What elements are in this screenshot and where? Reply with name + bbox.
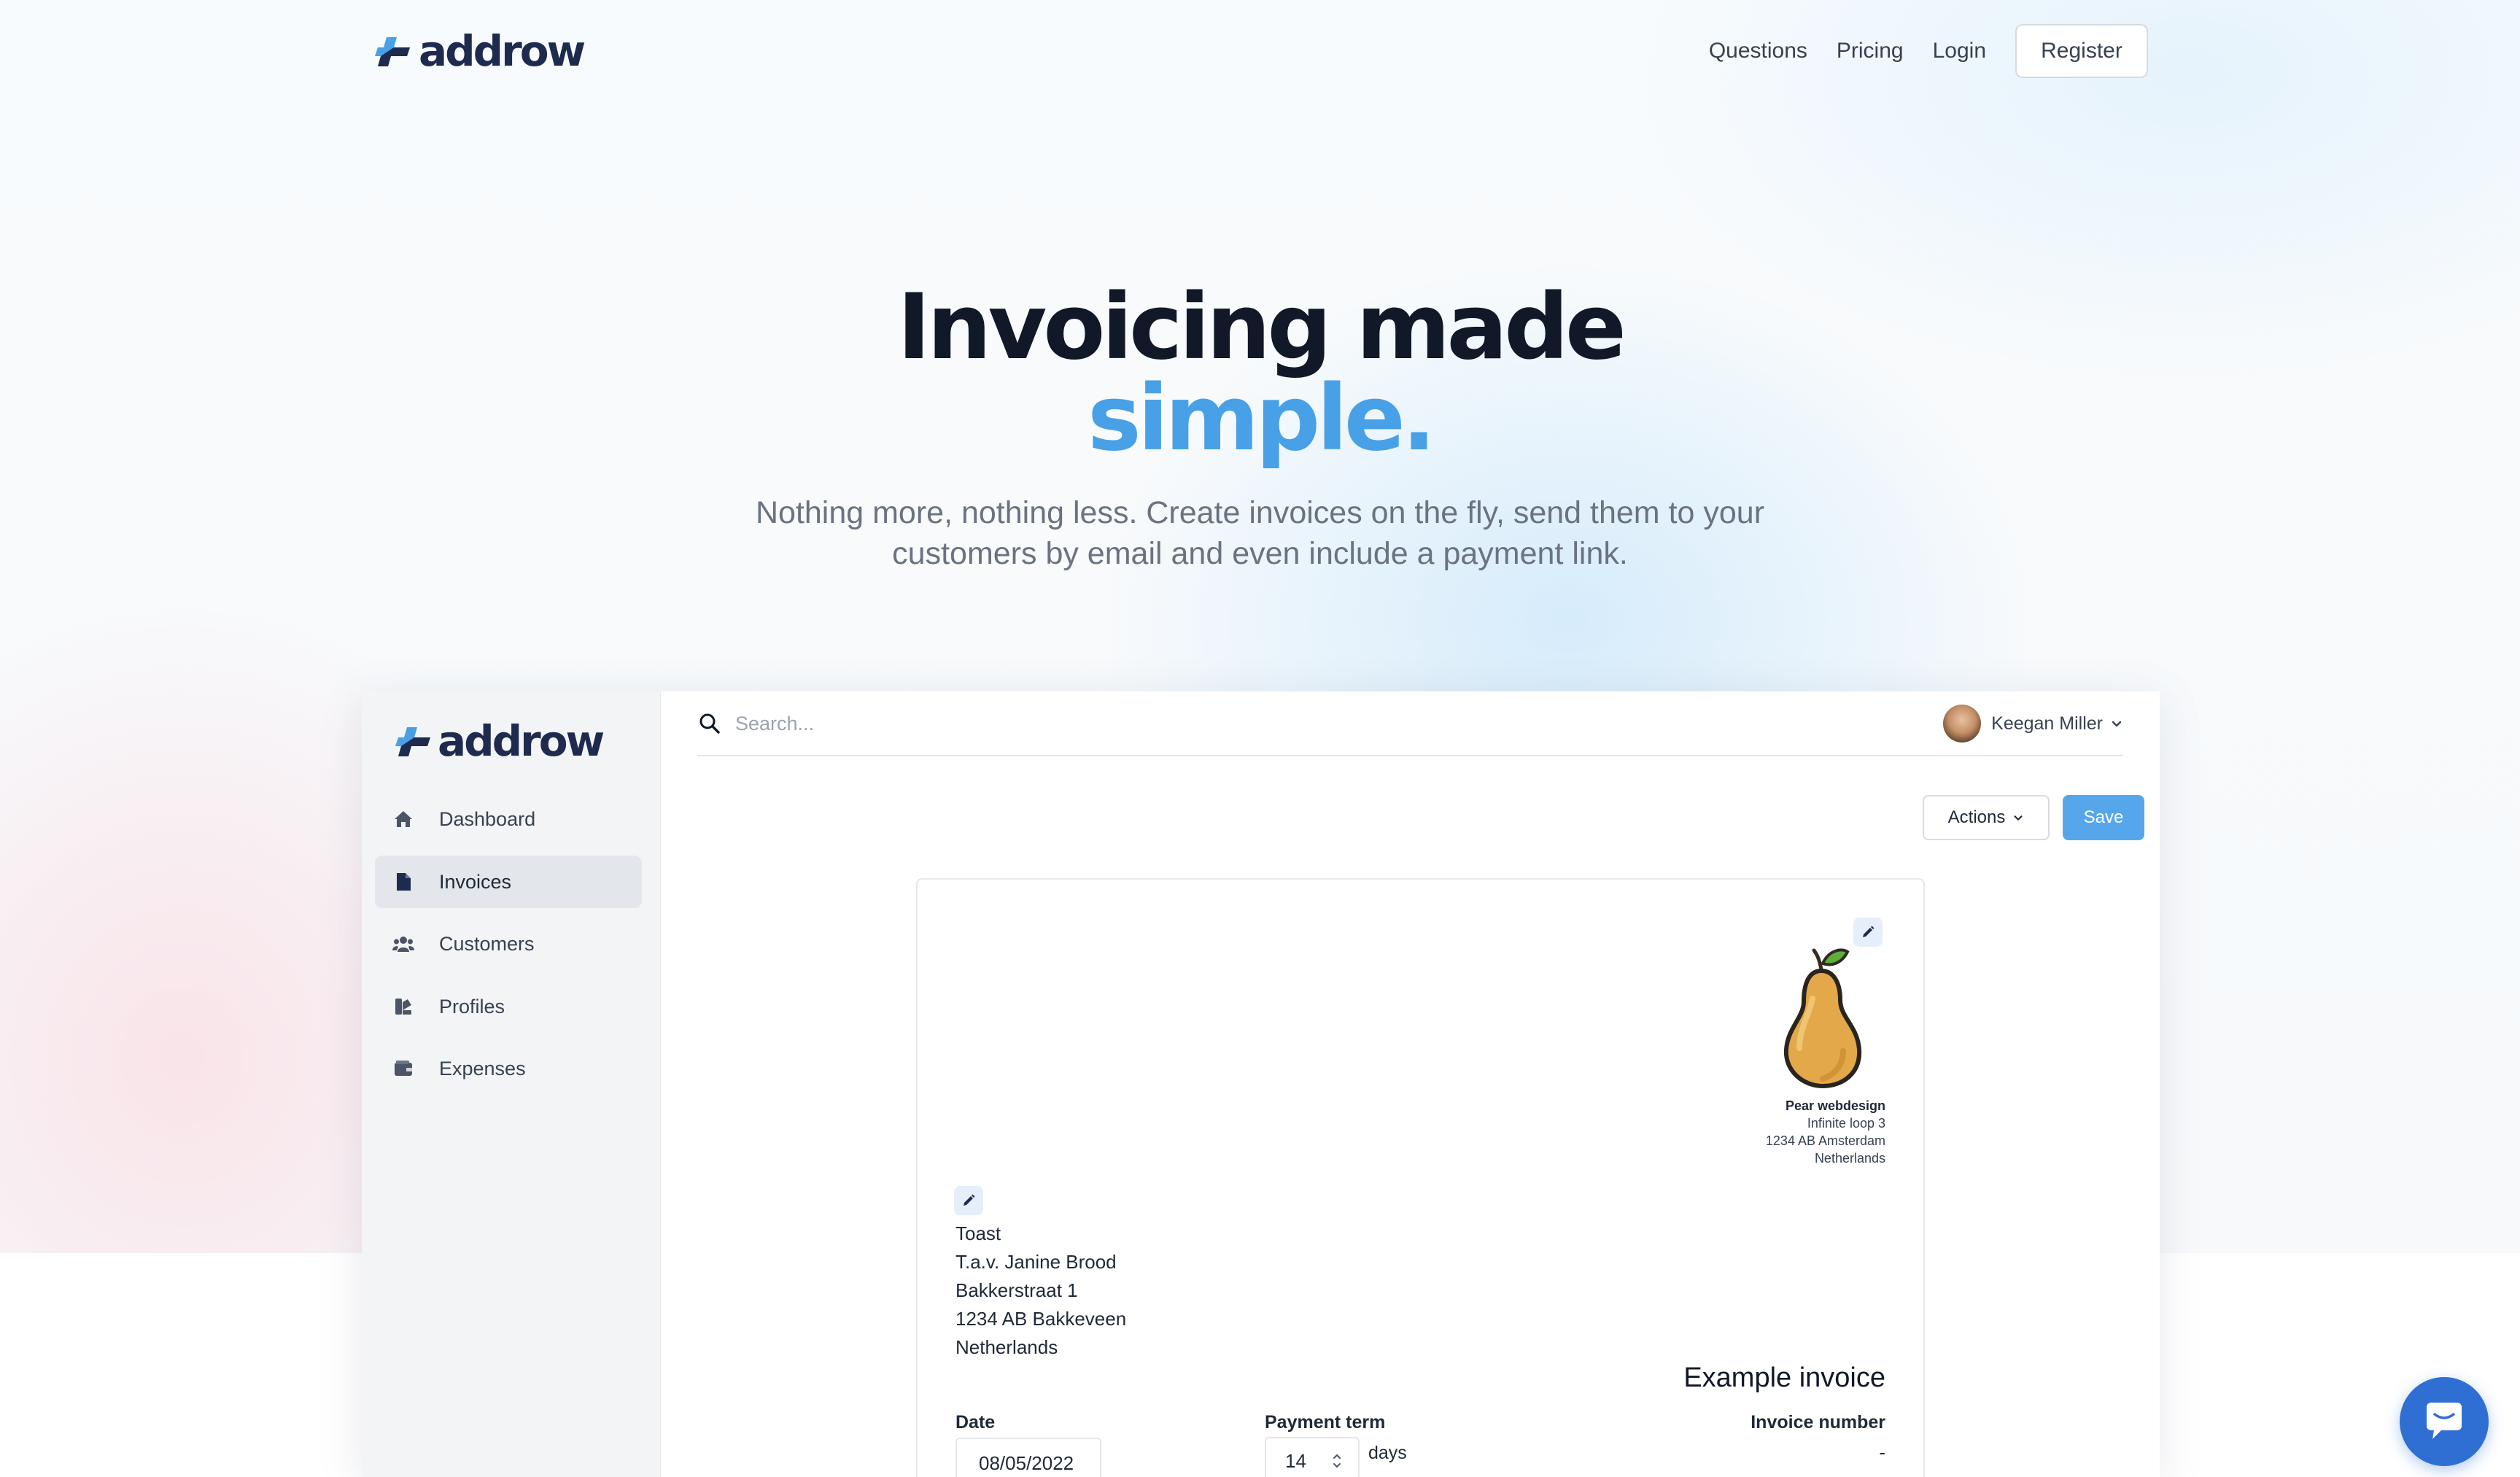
recipient-line: Toast	[955, 1222, 1001, 1244]
app-preview: addrow Dashboard Invoices Customers Prof…	[362, 691, 2160, 1477]
save-button[interactable]: Save	[2063, 795, 2144, 840]
document-icon	[392, 871, 414, 893]
search-input[interactable]	[735, 705, 1319, 743]
users-icon	[392, 933, 414, 955]
sidebar-item-label: Dashboard	[439, 807, 536, 830]
date-label: Date	[955, 1412, 996, 1433]
sender-line: Infinite loop 3	[1807, 1116, 1885, 1131]
app-main: Keegan Miller Actions Save	[661, 691, 2160, 1477]
site-logo[interactable]: addrow	[372, 26, 586, 76]
sender-line: Netherlands	[1814, 1151, 1885, 1166]
logo-text: addrow	[419, 26, 586, 76]
search-icon	[699, 713, 720, 734]
recipient-line: T.a.v. Janine Brood	[955, 1251, 1117, 1273]
recipient-line: Netherlands	[955, 1336, 1058, 1358]
sidebar-item-label: Expenses	[439, 1057, 526, 1079]
invoice-number-label: Invoice number	[1751, 1412, 1885, 1433]
profiles-icon	[392, 996, 414, 1017]
nav-link-questions[interactable]: Questions	[1709, 24, 1807, 78]
sidebar-item-profiles[interactable]: Profiles	[375, 980, 642, 1033]
home-icon	[392, 808, 414, 830]
invoice-paper: Pear webdesign Infinite loop 3 1234 AB A…	[916, 878, 1925, 1477]
pencil-icon	[964, 1194, 975, 1206]
addrow-logo-icon	[395, 727, 430, 756]
pear-logo	[1783, 948, 1862, 1089]
sidebar-item-customers[interactable]: Customers	[375, 918, 642, 970]
nav-link-login[interactable]: Login	[1933, 24, 1986, 78]
logo-text: addrow	[438, 716, 605, 766]
sidebar-item-expenses[interactable]: Expenses	[375, 1042, 642, 1095]
recipient-address: Toast T.a.v. Janine Brood Bakkerstraat 1…	[955, 1220, 1126, 1362]
user-name: Keegan Miller	[1991, 713, 2103, 734]
sidebar-item-invoices[interactable]: Invoices	[375, 856, 642, 908]
actions-button-label: Actions	[1947, 807, 2006, 827]
search-bar: Keegan Miller	[697, 691, 2123, 756]
sender-company: Pear webdesign	[1785, 1098, 1885, 1113]
date-field[interactable]: 08/05/2022	[955, 1438, 1101, 1477]
payment-term-label: Payment term	[1265, 1412, 1386, 1433]
payment-term-unit: days	[1368, 1443, 1407, 1463]
actions-button[interactable]: Actions	[1923, 795, 2050, 840]
sender-line: 1234 AB Amsterdam	[1765, 1133, 1885, 1148]
register-button[interactable]: Register	[2015, 24, 2148, 78]
stepper-arrows-icon[interactable]	[1330, 1451, 1344, 1470]
sidebar-item-label: Profiles	[439, 995, 505, 1017]
hero-title-accent: simple.	[1088, 366, 1436, 471]
payment-term-value: 14	[1285, 1450, 1306, 1472]
avatar	[1943, 705, 1982, 743]
edit-recipient-button[interactable]	[954, 1186, 983, 1215]
chat-bubble-icon	[2427, 1403, 2462, 1439]
app-sidebar: addrow Dashboard Invoices Customers Prof…	[362, 691, 661, 1477]
recipient-line: 1234 AB Bakkeveen	[955, 1308, 1127, 1330]
hero-title: Invoicing made	[897, 275, 1627, 380]
app-logo[interactable]: addrow	[392, 716, 605, 766]
chat-launcher-button[interactable]	[2400, 1377, 2489, 1466]
sidebar-item-dashboard[interactable]: Dashboard	[375, 793, 642, 845]
top-navigation: addrow Questions Pricing Login Register	[0, 0, 2520, 102]
addrow-logo-icon	[375, 37, 410, 66]
invoice-number-value: -	[1879, 1441, 1885, 1463]
nav-link-pricing[interactable]: Pricing	[1837, 24, 1904, 78]
sidebar-item-label: Invoices	[439, 870, 512, 893]
pencil-icon	[1863, 926, 1875, 937]
wallet-icon	[392, 1058, 414, 1079]
sender-address: Pear webdesign Infinite loop 3 1234 AB A…	[1766, 1097, 1885, 1167]
invoice-title[interactable]: Example invoice	[1683, 1362, 1885, 1394]
recipient-line: Bakkerstraat 1	[955, 1279, 1078, 1301]
user-menu[interactable]: Keegan Miller	[1943, 703, 2123, 744]
chevron-down-icon	[2014, 815, 2023, 821]
nav-links: Questions Pricing Login Register	[1680, 24, 2148, 78]
hero-subtitle: Nothing more, nothing less. Create invoi…	[755, 495, 1765, 571]
sidebar-item-label: Customers	[439, 932, 535, 955]
payment-term-field[interactable]: 14	[1265, 1437, 1360, 1477]
chevron-down-icon	[2112, 721, 2122, 727]
